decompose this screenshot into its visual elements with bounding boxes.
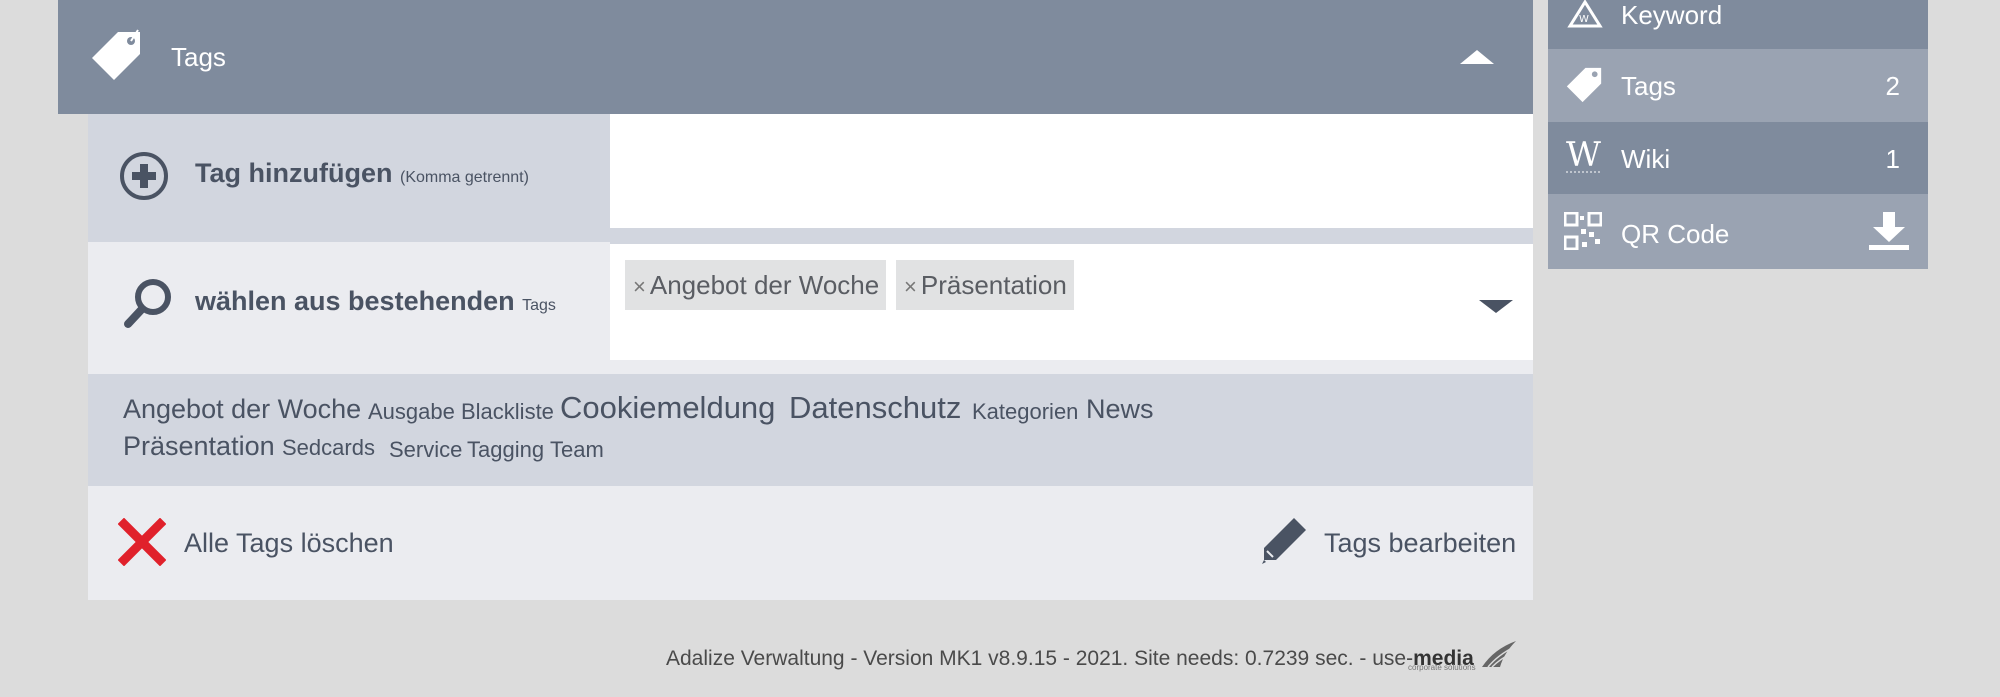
sidebar-item-label: QR Code [1621,219,1730,249]
tag-select-box[interactable]: × Angebot der Woche × Präsentation [610,244,1533,360]
select-existing-hint: Tags [522,297,556,314]
add-tag-label-cell: Tag hinzufügen (Komma getrennt) [88,114,610,242]
footer-brand-sub: corporate solutions [1408,663,1476,672]
tag-cloud-item[interactable]: Kategorien [972,399,1078,425]
tag-cloud-item[interactable]: Team [550,437,604,463]
add-tag-label: Tag hinzufügen (Komma getrennt) [195,158,529,189]
plus-circle-icon [120,152,168,200]
tag-icon [92,29,140,80]
sidebar-item-count: 1 [1885,144,1900,174]
tags-panel-header[interactable]: Tags [58,0,1533,114]
selected-tag-chip: × Präsentation [896,260,1074,310]
edit-tags-button[interactable]: Tags bearbeiten [1324,528,1516,559]
footer-text: Adalize Verwaltung - Version MK1 v8.9.15… [666,639,1518,672]
add-tag-input[interactable] [610,114,1533,228]
divider [610,228,1533,244]
tag-cloud-item[interactable]: Sedcards [282,435,375,461]
remove-tag-icon[interactable]: × [633,274,646,299]
tag-cloud-item[interactable]: Ausgabe [368,399,455,425]
collapse-arrow-icon[interactable] [1460,50,1494,64]
select-existing-label-text: wählen aus bestehenden [195,286,515,316]
wiki-icon: W [1566,136,1602,175]
pencil-icon[interactable] [1258,514,1310,566]
sidebar-item-label: Tags [1621,71,1676,101]
selected-tag-chip: × Angebot der Woche [625,260,887,310]
tag-cloud: Angebot der Woche Ausgabe Blackliste Coo… [88,374,1533,486]
svg-text:W: W [1579,14,1589,25]
panel-title: Tags [171,42,226,72]
svg-text:W: W [1566,136,1601,175]
footer-version-text: Adalize Verwaltung - Version MK1 v8.9.15… [666,647,1414,670]
sidebar-item-keyword[interactable]: W Keyword [1548,0,1928,49]
tag-cloud-item[interactable]: Datenschutz [789,390,961,426]
search-icon [124,279,171,328]
divider [610,360,1533,374]
sidebar-item-tags[interactable]: Tags 2 [1548,49,1928,122]
brand-wing-logo [1481,641,1516,668]
download-icon[interactable] [1868,212,1910,250]
tag-cloud-item[interactable]: News [1086,394,1154,425]
tag-cloud-item[interactable]: Service [389,437,462,463]
tag-cloud-item[interactable]: Präsentation [123,431,275,462]
select-existing-label-cell: wählen aus bestehenden Tags [88,242,610,374]
add-tag-label-text: Tag hinzufügen [195,158,393,188]
tag-cloud-item[interactable]: Cookiemeldung [560,390,775,426]
tag-cloud-item[interactable]: Blackliste [461,399,554,425]
dropdown-arrow-icon[interactable] [1479,300,1513,313]
sidebar-item-qr-code[interactable]: QR Code [1548,194,1928,269]
tag-cloud-item[interactable]: Angebot der Woche [123,394,361,425]
tag-icon [1566,67,1602,103]
tag-cloud-item[interactable]: Tagging [467,437,544,463]
sidebar-item-count: 2 [1885,71,1900,101]
clear-all-tags-button[interactable]: Alle Tags löschen [184,528,394,559]
remove-tag-icon[interactable]: × [904,274,917,299]
qr-code-icon [1564,212,1602,250]
sidebar-item-label: Keyword [1621,0,1723,30]
sidebar-item-wiki[interactable]: W Wiki 1 [1548,122,1928,194]
add-tag-hint: (Komma getrennt) [399,169,529,186]
delete-x-icon[interactable] [118,518,166,566]
selected-tag-label: Präsentation [920,270,1067,300]
tag-actions-bar: Alle Tags löschen Tags bearbeiten [88,486,1533,600]
select-existing-label: wählen aus bestehenden Tags [195,286,556,317]
sidebar-item-label: Wiki [1621,144,1671,174]
selected-tag-label: Angebot der Woche [649,270,880,300]
keyword-icon: W [1567,0,1603,28]
